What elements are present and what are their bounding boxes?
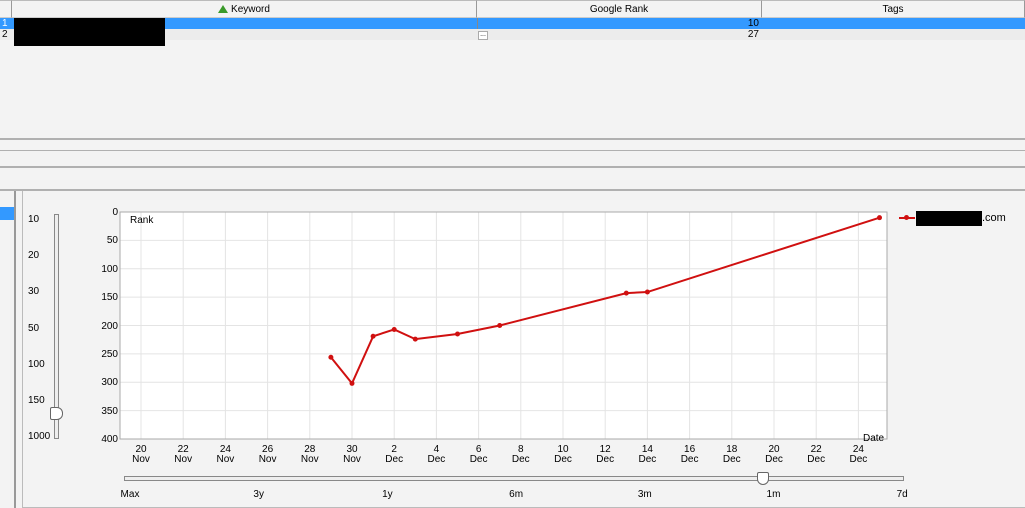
- x-tick-label: Dec: [385, 454, 404, 465]
- x-tick-label: Dec: [765, 454, 783, 465]
- y-tick-label: 200: [101, 320, 118, 332]
- x-tick-label: Dec: [511, 454, 530, 465]
- range-slider-label: 1m: [766, 489, 781, 500]
- y-tick-label: 400: [101, 434, 118, 445]
- x-axis-title: Date: [863, 433, 885, 444]
- x-tick-label: Nov: [343, 454, 361, 465]
- data-point: [497, 323, 503, 328]
- data-point: [623, 290, 629, 296]
- range-slider-track[interactable]: [124, 476, 904, 481]
- range-slider-label: 6m: [509, 489, 524, 500]
- data-point: [328, 354, 334, 360]
- y-tick-label: 350: [101, 405, 118, 417]
- data-point: [370, 333, 376, 339]
- data-point: [644, 289, 650, 295]
- data-point: [349, 380, 355, 386]
- redacted-domain: [916, 211, 982, 226]
- x-tick-label: Dec: [554, 454, 572, 465]
- x-tick-label: Nov: [174, 454, 193, 465]
- range-slider-thumb[interactable]: [757, 472, 769, 485]
- x-tick-label: Dec: [807, 454, 826, 465]
- legend-marker-icon: [904, 215, 909, 220]
- x-tick-label: Dec: [680, 454, 699, 465]
- data-point: [391, 326, 397, 332]
- range-slider-label: 3y: [253, 489, 264, 500]
- x-tick-label: Dec: [849, 454, 868, 465]
- x-tick-label: Dec: [427, 454, 446, 465]
- y-axis-title: Rank: [130, 215, 154, 226]
- y-tick-label: 0: [112, 207, 118, 218]
- range-slider-label: 1y: [382, 489, 393, 500]
- x-tick-label: Dec: [722, 454, 741, 465]
- range-slider-label: 3m: [637, 489, 652, 500]
- y-tick-label: 300: [101, 377, 118, 389]
- y-tick-label: 50: [106, 235, 118, 247]
- x-tick-label: Dec: [469, 454, 488, 465]
- x-tick-label: Nov: [216, 454, 235, 465]
- x-tick-label: Dec: [638, 454, 657, 465]
- data-point: [877, 215, 882, 221]
- x-tick-label: Nov: [258, 454, 277, 465]
- legend-label: .com: [982, 212, 1006, 224]
- range-slider-label: Max: [120, 489, 140, 500]
- rank-chart: [119, 211, 888, 440]
- y-tick-label: 150: [101, 292, 118, 304]
- range-slider-label: 7d: [896, 489, 908, 500]
- x-tick-label: Nov: [132, 454, 150, 465]
- data-point: [455, 331, 460, 337]
- x-tick-label: Nov: [300, 454, 319, 465]
- x-tick-label: Dec: [596, 454, 615, 465]
- data-point: [412, 336, 418, 342]
- y-tick-label: 100: [101, 263, 118, 275]
- y-tick-label: 250: [101, 348, 118, 360]
